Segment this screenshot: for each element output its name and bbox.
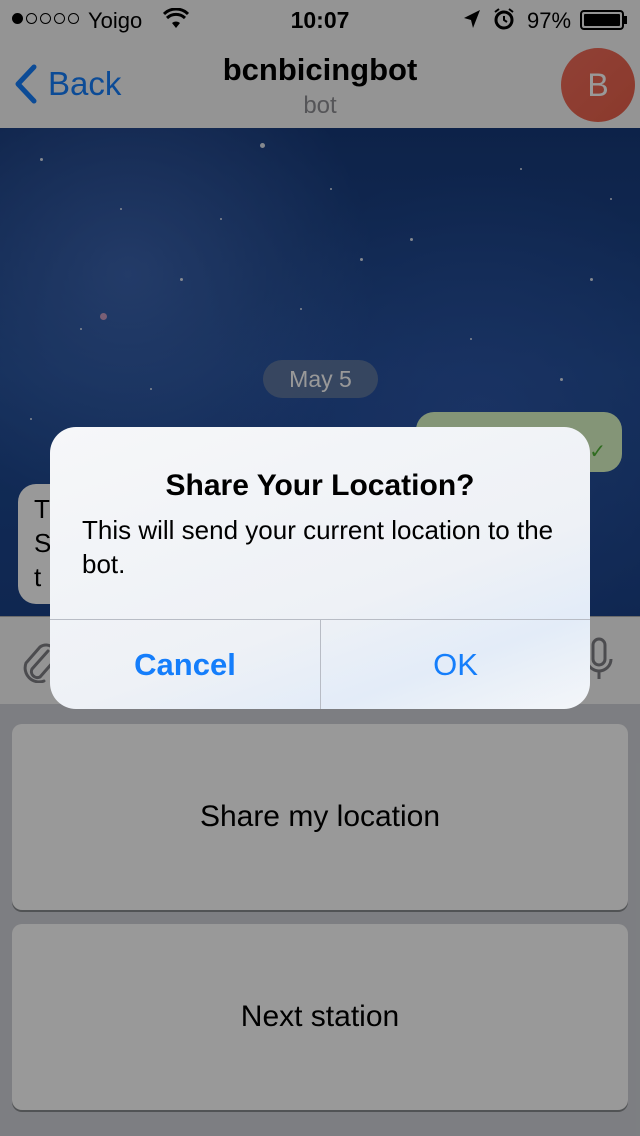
share-location-alert: Share Your Location? This will send your… xyxy=(50,427,590,709)
ok-button[interactable]: OK xyxy=(321,620,590,709)
cancel-button[interactable]: Cancel xyxy=(50,620,320,709)
alert-message: This will send your current location to … xyxy=(82,515,554,579)
alert-title: Share Your Location? xyxy=(165,469,475,502)
